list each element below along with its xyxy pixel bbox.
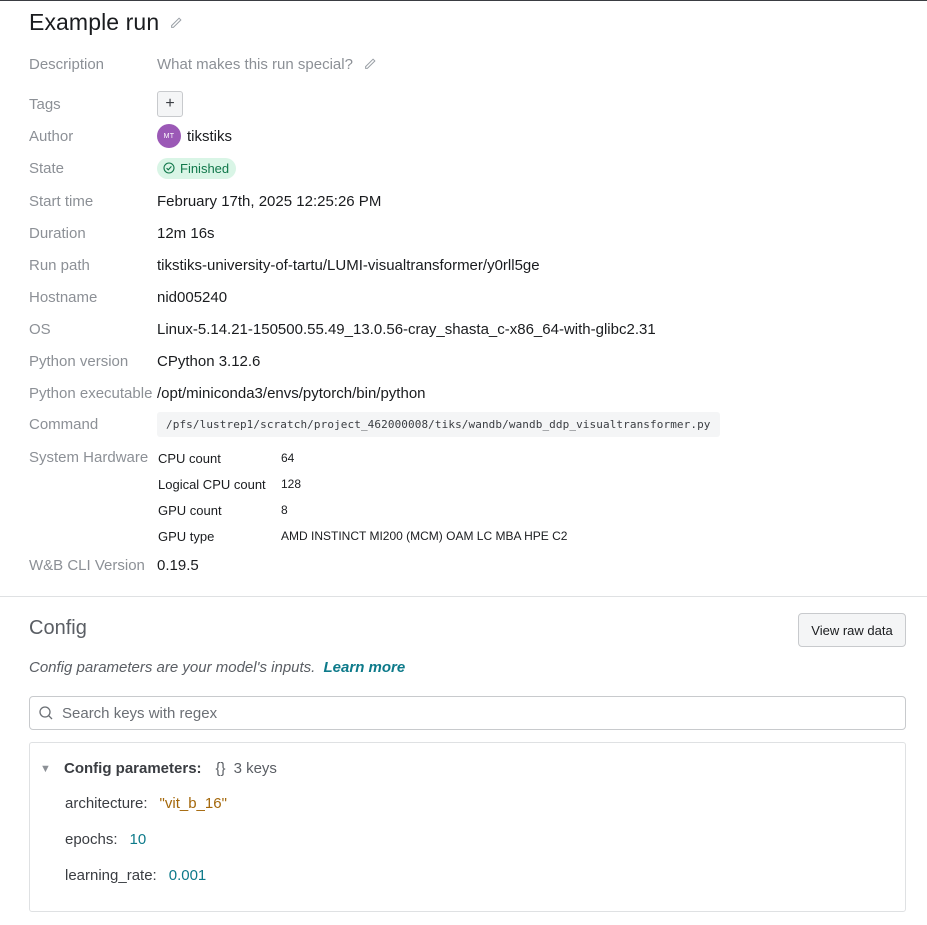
hardware-value: 8 — [281, 503, 288, 517]
view-raw-data-button[interactable]: View raw data — [798, 613, 906, 647]
start-time-value: February 17th, 2025 12:25:26 PM — [157, 192, 382, 210]
config-param-learning-rate[interactable]: learning_rate: 0.001 — [65, 867, 206, 884]
hardware-key: Logical CPU count — [158, 476, 266, 492]
param-value: 0.001 — [168, 867, 207, 884]
section-divider — [0, 596, 927, 597]
status-badge: Finished — [157, 157, 237, 179]
learn-more-link[interactable]: Learn more — [324, 659, 406, 676]
description-field[interactable]: What makes this run special? — [157, 56, 377, 73]
hardware-key: GPU type — [158, 528, 215, 544]
hardware-row-gpu-type: GPU type AMD INSTINCT MI200 (MCM) OAM LC… — [157, 523, 567, 549]
edit-description-pencil-icon[interactable] — [363, 57, 377, 71]
duration-value: 12m 16s — [157, 224, 215, 242]
param-value: "vit_b_16" — [159, 795, 227, 812]
state-row: State Finished — [29, 156, 237, 180]
python-version-label: Python version — [29, 352, 129, 370]
start-time-label: Start time — [29, 192, 94, 210]
os-label: OS — [29, 320, 51, 338]
hardware-key: GPU count — [158, 502, 222, 518]
add-tag-button[interactable]: + — [157, 91, 183, 117]
hostname-label: Hostname — [29, 288, 98, 306]
duration-label: Duration — [29, 224, 86, 242]
author-label: Author — [29, 127, 74, 145]
cli-version-value: 0.19.5 — [157, 556, 199, 574]
python-version-row: Python version CPython 3.12.6 — [29, 350, 260, 372]
python-executable-value: /opt/miniconda3/envs/pytorch/bin/python — [157, 384, 426, 402]
key-count: 3 keys — [233, 760, 277, 777]
description-label: Description — [29, 55, 105, 73]
avatar[interactable]: MT — [157, 124, 181, 148]
hostname-value: nid005240 — [157, 288, 228, 306]
hostname-row: Hostname nid005240 — [29, 286, 227, 308]
python-version-value: CPython 3.12.6 — [157, 352, 261, 370]
config-subtitle-text: Config parameters are your model's input… — [29, 659, 316, 676]
param-key: epochs: — [65, 831, 118, 848]
config-title: Config — [29, 617, 87, 639]
hardware-row-cpu-count: CPU count 64 — [157, 445, 567, 471]
command-value[interactable]: /pfs/lustrep1/scratch/project_462000008/… — [157, 411, 720, 437]
command-label: Command — [29, 415, 99, 433]
python-executable-label: Python executable — [29, 384, 153, 402]
run-overview-page: Example run Description What makes this … — [0, 0, 927, 925]
author-name[interactable]: tikstiks — [187, 128, 232, 145]
command-row: Command /pfs/lustrep1/scratch/project_46… — [29, 411, 720, 437]
cli-version-label: W&B CLI Version — [29, 556, 145, 574]
state-label: State — [29, 159, 65, 177]
hardware-key: CPU count — [158, 450, 221, 466]
config-parameters-header[interactable]: ▼ Config parameters: {} 3 keys — [40, 760, 277, 777]
system-hardware-label: System Hardware — [29, 448, 149, 466]
cli-version-row: W&B CLI Version 0.19.5 — [29, 554, 199, 576]
param-value: 10 — [129, 831, 147, 848]
start-time-row: Start time February 17th, 2025 12:25:26 … — [29, 190, 381, 212]
collapse-caret-icon[interactable]: ▼ — [40, 763, 51, 775]
config-param-epochs[interactable]: epochs: 10 — [65, 831, 146, 848]
system-hardware-table: CPU count 64 Logical CPU count 128 GPU c… — [157, 445, 567, 549]
param-key: architecture: — [65, 795, 148, 812]
search-input[interactable] — [62, 704, 905, 722]
description-row: Description What makes this run special? — [29, 53, 377, 75]
config-search[interactable] — [29, 696, 906, 730]
description-placeholder[interactable]: What makes this run special? — [157, 56, 353, 73]
run-path-row: Run path tikstiks-university-of-tartu/LU… — [29, 254, 540, 276]
config-parameters-panel: ▼ Config parameters: {} 3 keys architect… — [29, 742, 906, 912]
search-icon — [39, 706, 53, 720]
config-param-architecture[interactable]: architecture: "vit_b_16" — [65, 795, 227, 812]
hardware-value: 64 — [281, 451, 295, 465]
hardware-row-logical-cpu-count: Logical CPU count 128 — [157, 471, 567, 497]
run-title[interactable]: Example run — [29, 9, 159, 36]
config-parameters-title: Config parameters: — [64, 760, 202, 777]
title-row: Example run — [29, 9, 183, 36]
status-text: Finished — [180, 160, 230, 176]
hardware-value: 128 — [281, 477, 302, 491]
config-subtitle: Config parameters are your model's input… — [29, 659, 405, 676]
object-brace-icon: {} — [215, 760, 226, 777]
system-hardware-row: System Hardware — [29, 446, 157, 468]
author-row: Author MT tikstiks — [29, 124, 232, 148]
run-path-value[interactable]: tikstiks-university-of-tartu/LUMI-visual… — [157, 257, 540, 274]
duration-row: Duration 12m 16s — [29, 222, 215, 244]
run-path-label: Run path — [29, 256, 90, 274]
tags-label: Tags — [29, 95, 61, 113]
param-key: learning_rate: — [65, 867, 157, 884]
os-row: OS Linux-5.14.21-150500.55.49_13.0.56-cr… — [29, 318, 656, 340]
tags-row: Tags + — [29, 90, 183, 118]
check-circle-icon — [163, 162, 175, 174]
os-value: Linux-5.14.21-150500.55.49_13.0.56-cray_… — [157, 320, 656, 338]
edit-title-pencil-icon[interactable] — [169, 16, 183, 30]
hardware-row-gpu-count: GPU count 8 — [157, 497, 567, 523]
author-value[interactable]: MT tikstiks — [157, 124, 232, 148]
hardware-value: AMD INSTINCT MI200 (MCM) OAM LC MBA HPE … — [281, 529, 568, 543]
python-executable-row: Python executable /opt/miniconda3/envs/p… — [29, 382, 426, 404]
